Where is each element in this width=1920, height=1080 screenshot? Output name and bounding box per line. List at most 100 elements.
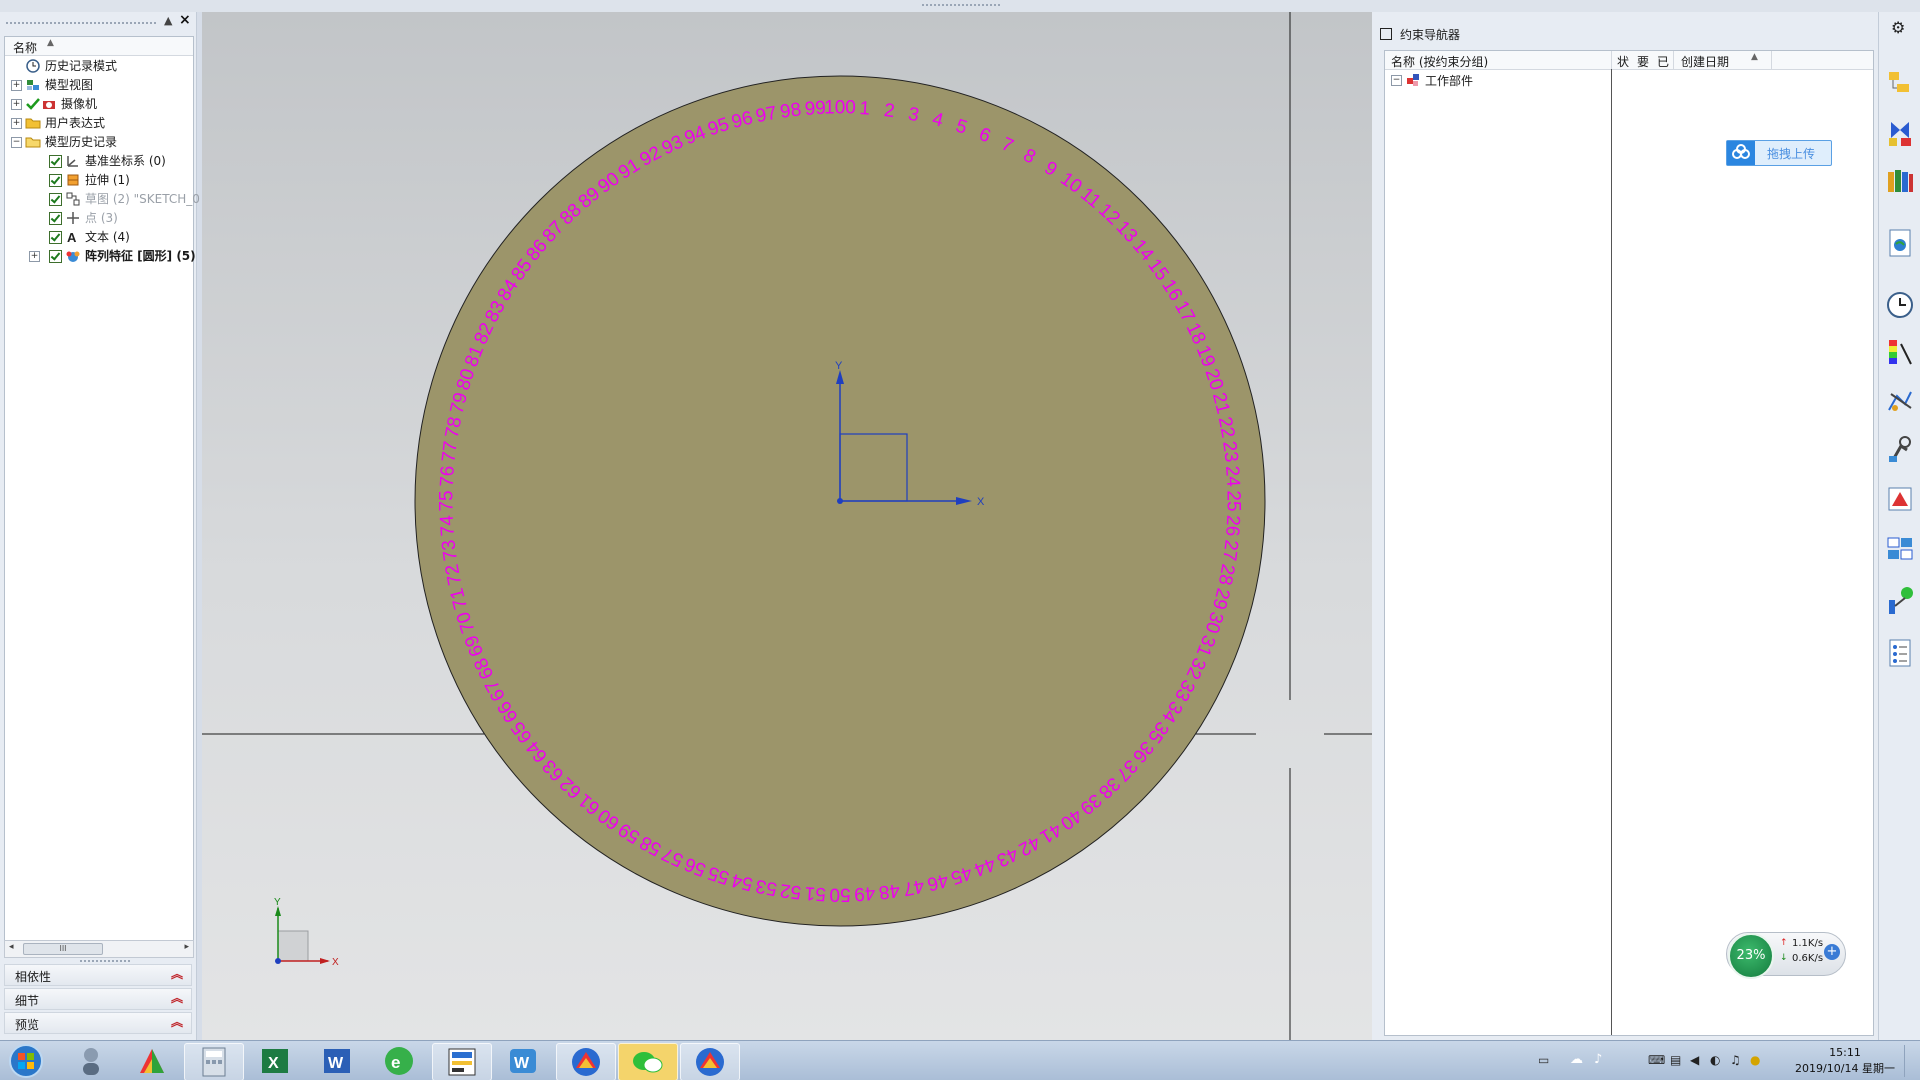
expand-icon[interactable]: +	[11, 80, 22, 91]
volume-icon[interactable]: ◀	[1690, 1053, 1699, 1067]
expand-icon[interactable]: +	[11, 118, 22, 129]
tree-node[interactable]: + 摄像机	[5, 95, 193, 113]
splitter-grip[interactable]	[80, 960, 130, 962]
scroll-right-icon[interactable]: ▸	[184, 942, 189, 952]
network-speed-widget[interactable]: 23% ↑ 1.1K/s ↓ 0.6K/s +	[1726, 932, 1848, 979]
show-desktop-button[interactable]	[1904, 1045, 1917, 1077]
top-resize-bar[interactable]	[0, 0, 1920, 12]
wps-app-icon[interactable]: W	[494, 1043, 552, 1079]
security-icon[interactable]: ●	[1750, 1053, 1760, 1067]
tree-node[interactable]: 拉伸 (1)	[5, 171, 193, 189]
maximize-icon[interactable]	[1380, 28, 1392, 40]
collapse-up-icon[interactable]: ︽	[171, 989, 183, 1006]
ie-app-icon[interactable]	[432, 1043, 492, 1080]
accordion-dependencies[interactable]: 相依性 ︽	[4, 964, 192, 986]
visibility-checkbox[interactable]	[49, 212, 62, 225]
tree-node[interactable]: 点 (3)	[5, 209, 193, 227]
wechat-app-icon[interactable]	[618, 1043, 678, 1080]
collapse-up-icon[interactable]: ︽	[171, 1013, 183, 1030]
system-materials-icon[interactable]	[1883, 532, 1917, 566]
taskbar-clock[interactable]: 15:11 2019/10/14 星期一	[1790, 1045, 1900, 1077]
tree-node[interactable]: + 模型视图	[5, 76, 193, 94]
collapse-up-icon[interactable]: ︽	[171, 965, 183, 982]
assembly-navigator-icon[interactable]	[1883, 66, 1917, 100]
expand-icon[interactable]: +	[11, 99, 22, 110]
reuse-library-icon[interactable]	[1883, 164, 1917, 198]
model-canvas[interactable]: 1 2 3 4 5 6 7 891011121314151617181920212223242…	[202, 12, 1372, 1040]
close-icon[interactable]: ×	[179, 12, 191, 28]
gear-icon[interactable]: ⚙	[1891, 18, 1905, 37]
nx-window-2-icon[interactable]	[680, 1043, 740, 1080]
scroll-left-icon[interactable]: ◂	[9, 942, 14, 952]
nx-window-1-icon[interactable]	[556, 1043, 616, 1080]
visibility-checkbox[interactable]	[49, 155, 62, 168]
collapse-icon[interactable]: −	[11, 137, 22, 148]
visibility-checkbox[interactable]	[49, 193, 62, 206]
tree-node[interactable]: + 阵列特征 [圆形] (5)	[5, 247, 196, 265]
point-icon	[67, 212, 79, 224]
web-browser-icon[interactable]	[1883, 226, 1917, 260]
drag-upload-button[interactable]: 拖拽上传	[1726, 140, 1832, 166]
dial-number: 53	[754, 875, 779, 900]
system-scenes-icon[interactable]	[1883, 384, 1917, 418]
clock-date: 2019/10/14 星期一	[1795, 1062, 1895, 1075]
horizontal-scrollbar[interactable]: ◂ III ▸	[4, 940, 194, 958]
constraint-table-header[interactable]: 名称 (按约束分组) 状 要 已 创建日期 ▲	[1385, 51, 1873, 70]
history-clock-icon[interactable]	[1883, 288, 1917, 322]
column-done[interactable]: 已	[1657, 53, 1669, 70]
dial-number: 47	[901, 875, 926, 900]
input-method-icon[interactable]: ⌨	[1648, 1053, 1665, 1067]
antivirus-icon[interactable]: ◐	[1710, 1053, 1720, 1067]
browser-app-icon[interactable]: e	[370, 1043, 428, 1079]
tree-node-label: 文本 (4)	[85, 230, 130, 244]
process-studio-icon[interactable]	[1883, 432, 1917, 466]
excel-app-icon[interactable]: X	[246, 1043, 304, 1079]
pin-icon[interactable]: ▲	[164, 14, 172, 27]
visibility-checkbox[interactable]	[49, 250, 62, 263]
navigator-title-text: 约束导航器	[1400, 28, 1461, 42]
tree-node[interactable]: 历史记录模式	[5, 57, 193, 75]
tree-node[interactable]: A 文本 (4)	[5, 228, 193, 246]
column-required[interactable]: 要	[1637, 53, 1649, 70]
visibility-checkbox[interactable]	[49, 174, 62, 187]
svg-text:W: W	[514, 1055, 530, 1072]
system-tray: ▭ ☁ ♪ ⌨ ▤ ◀ ◐ ♫ ●	[1538, 1052, 1798, 1071]
tree-column-header[interactable]: 名称 ▲	[5, 37, 193, 56]
visualization-palette-icon[interactable]	[1883, 336, 1917, 370]
scroll-thumb[interactable]: III	[23, 943, 103, 955]
add-icon[interactable]: +	[1824, 944, 1840, 960]
constraint-root-row[interactable]: − 工作部件	[1391, 71, 1591, 89]
tree-nodes: 历史记录模式 + 模型视图 + 摄像机 + 用户表达式 − 模型历史记录 基准坐标系 (0) 拉伸 …	[5, 57, 200, 297]
calculator-app-icon[interactable]	[184, 1043, 244, 1080]
accordion-preview[interactable]: 预览 ︽	[4, 1012, 192, 1034]
accordion-label: 相依性	[15, 970, 52, 984]
keyboard-icon[interactable]: ▭	[1538, 1053, 1549, 1067]
tree-node[interactable]: 草图 (2) "SKETCH_0	[5, 190, 200, 208]
speaker-icon[interactable]: ♫	[1730, 1053, 1741, 1067]
palette-list-icon[interactable]	[1883, 636, 1917, 670]
constraint-navigator-icon[interactable]	[1883, 116, 1917, 150]
column-created-date[interactable]: 创建日期	[1681, 53, 1729, 70]
graphics-viewport[interactable]: 1 2 3 4 5 6 7 8 9 10 11 12 13 14 15 16 17 18 19 20 21 22 23 24 2…	[202, 12, 1372, 1040]
svg-text:X: X	[268, 1055, 279, 1072]
column-name[interactable]: 名称 (按约束分组)	[1391, 53, 1488, 70]
network-icon[interactable]: ▤	[1670, 1053, 1681, 1067]
tree-node[interactable]: + 用户表达式	[5, 114, 193, 132]
nx-app-icon[interactable]	[122, 1043, 180, 1079]
roles-icon[interactable]	[1883, 482, 1917, 516]
bell-icon[interactable]: ♪	[1594, 1052, 1602, 1067]
download-speed: 0.6K/s	[1792, 953, 1824, 964]
user-app-icon[interactable]	[62, 1043, 120, 1079]
accordion-details[interactable]: 细节 ︽	[4, 988, 192, 1010]
start-button[interactable]	[0, 1043, 52, 1079]
visibility-checkbox[interactable]	[49, 231, 62, 244]
tree-node[interactable]: − 模型历史记录	[5, 133, 193, 151]
cloud-icon[interactable]: ☁	[1570, 1052, 1583, 1067]
tree-node[interactable]: 基准坐标系 (0)	[5, 152, 193, 170]
collapse-icon[interactable]: −	[1391, 75, 1402, 86]
expand-icon[interactable]: +	[29, 251, 40, 262]
upload-label: 拖拽上传	[1767, 147, 1816, 161]
hd3d-tools-icon[interactable]	[1883, 584, 1917, 618]
column-status[interactable]: 状	[1617, 53, 1629, 70]
word-app-icon[interactable]: W	[308, 1043, 366, 1079]
